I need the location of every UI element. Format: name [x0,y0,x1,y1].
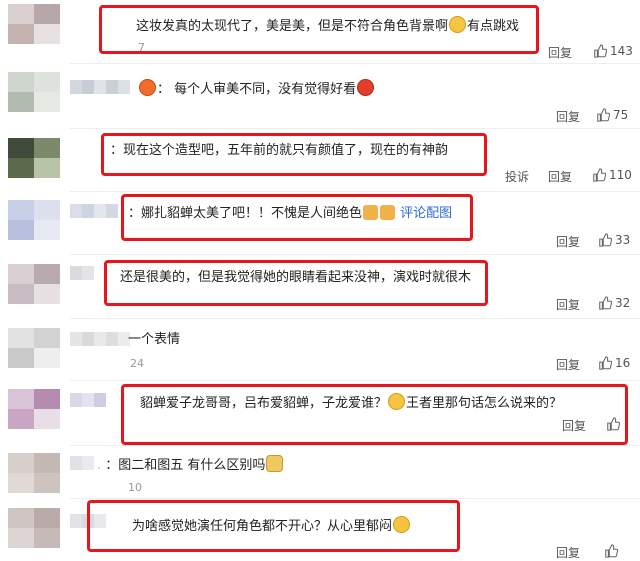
reply-button[interactable]: 回复 [556,544,580,561]
thumbs-up-icon [593,168,606,182]
comment-item: 还是很美的，但是我觉得她的眼睛看起来没神，演戏时就很木 回复 32 [0,256,640,318]
highlight-box [104,260,488,306]
reply-button[interactable]: 回复 [556,233,580,250]
avatar[interactable] [8,200,60,240]
timestamp: 10 [128,481,142,494]
thumbs-up-icon [599,296,612,310]
divider [70,380,640,381]
divider [70,191,640,192]
like-count: 75 [613,108,629,122]
username[interactable] [70,204,122,218]
like-button[interactable] [604,544,621,558]
username[interactable] [70,393,118,407]
avatar[interactable] [8,508,60,548]
thumbs-up-icon [594,44,607,58]
highlight-box [87,500,460,552]
report-button[interactable]: 投诉 [505,168,529,185]
like-button[interactable]: 16 [598,356,630,370]
dog-emoji [266,455,284,472]
username[interactable] [70,80,130,94]
timestamp: 24 [130,357,144,370]
like-button[interactable]: 110 [592,168,632,182]
username[interactable] [70,332,132,346]
divider [70,254,640,255]
highlight-box [101,133,487,176]
fire-emoji [139,79,156,96]
avatar[interactable] [8,328,60,368]
thumbs-up-icon [597,108,610,122]
avatar[interactable] [8,72,60,112]
comment-text: ： 每个人审美不同，没有觉得好看 [138,79,375,99]
comment-item: . ：图二和图五 有什么区别吗 10 [0,447,640,499]
like-count: 143 [610,44,633,58]
thumbs-up-icon [599,233,612,247]
highlight-box [99,5,539,54]
avatar[interactable] [8,453,60,493]
like-count: 32 [615,296,631,310]
comment-item: 这妆发真的太现代了，美是美，但是不符合角色背景啊 有点跳戏 7 回复 143 [0,0,640,60]
like-count: 16 [615,356,631,370]
divider [70,128,640,129]
like-button[interactable]: 32 [598,296,630,310]
comment-text: 一个表情 [128,332,181,347]
reply-button[interactable]: 回复 [548,168,572,185]
comment-item: 貂蝉爱子龙哥哥，吕布爱貂蝉，子龙爱谁？ 王者里那句话怎么说来的？ 回复 [0,383,640,445]
divider [70,63,640,64]
comment-item: 为啥感觉她演任何角色都不开心？从心里郁闷 回复 [0,500,640,561]
highlight-box [121,384,628,445]
comment-item: ：现在这个造型吧，五年前的就只有颜值了，现在的有神韵 投诉 回复 110 [0,130,640,190]
divider [70,498,640,499]
highlight-box [121,194,473,241]
avatar[interactable] [8,264,60,304]
avatar[interactable] [8,389,60,429]
divider [70,445,640,446]
like-button[interactable]: 143 [593,44,633,58]
reply-button[interactable]: 回复 [556,356,580,373]
reply-button[interactable]: 回复 [556,296,580,313]
avatar[interactable] [8,4,60,44]
comment-item: ： 每个人审美不同，没有觉得好看 回复 75 [0,66,640,126]
username[interactable] [70,266,106,280]
reply-button[interactable]: 回复 [548,44,572,61]
avatar[interactable] [8,138,60,178]
comment-text: . ：图二和图五 有什么区别吗 [97,455,284,475]
thumbs-up-icon [605,544,618,558]
reply-button[interactable]: 回复 [556,108,580,125]
divider [70,318,640,319]
angry-emoji [357,79,375,96]
comment-item: ：娜扎貂蝉太美了吧！！不愧是人间绝色 评论配图 回复 33 [0,194,640,254]
like-button[interactable]: 75 [596,108,628,122]
comment-item: 一个表情 24 回复 16 [0,320,640,378]
like-button[interactable]: 33 [598,233,630,247]
like-count: 110 [609,168,632,182]
like-count: 33 [615,233,631,247]
thumbs-up-icon [599,356,612,370]
